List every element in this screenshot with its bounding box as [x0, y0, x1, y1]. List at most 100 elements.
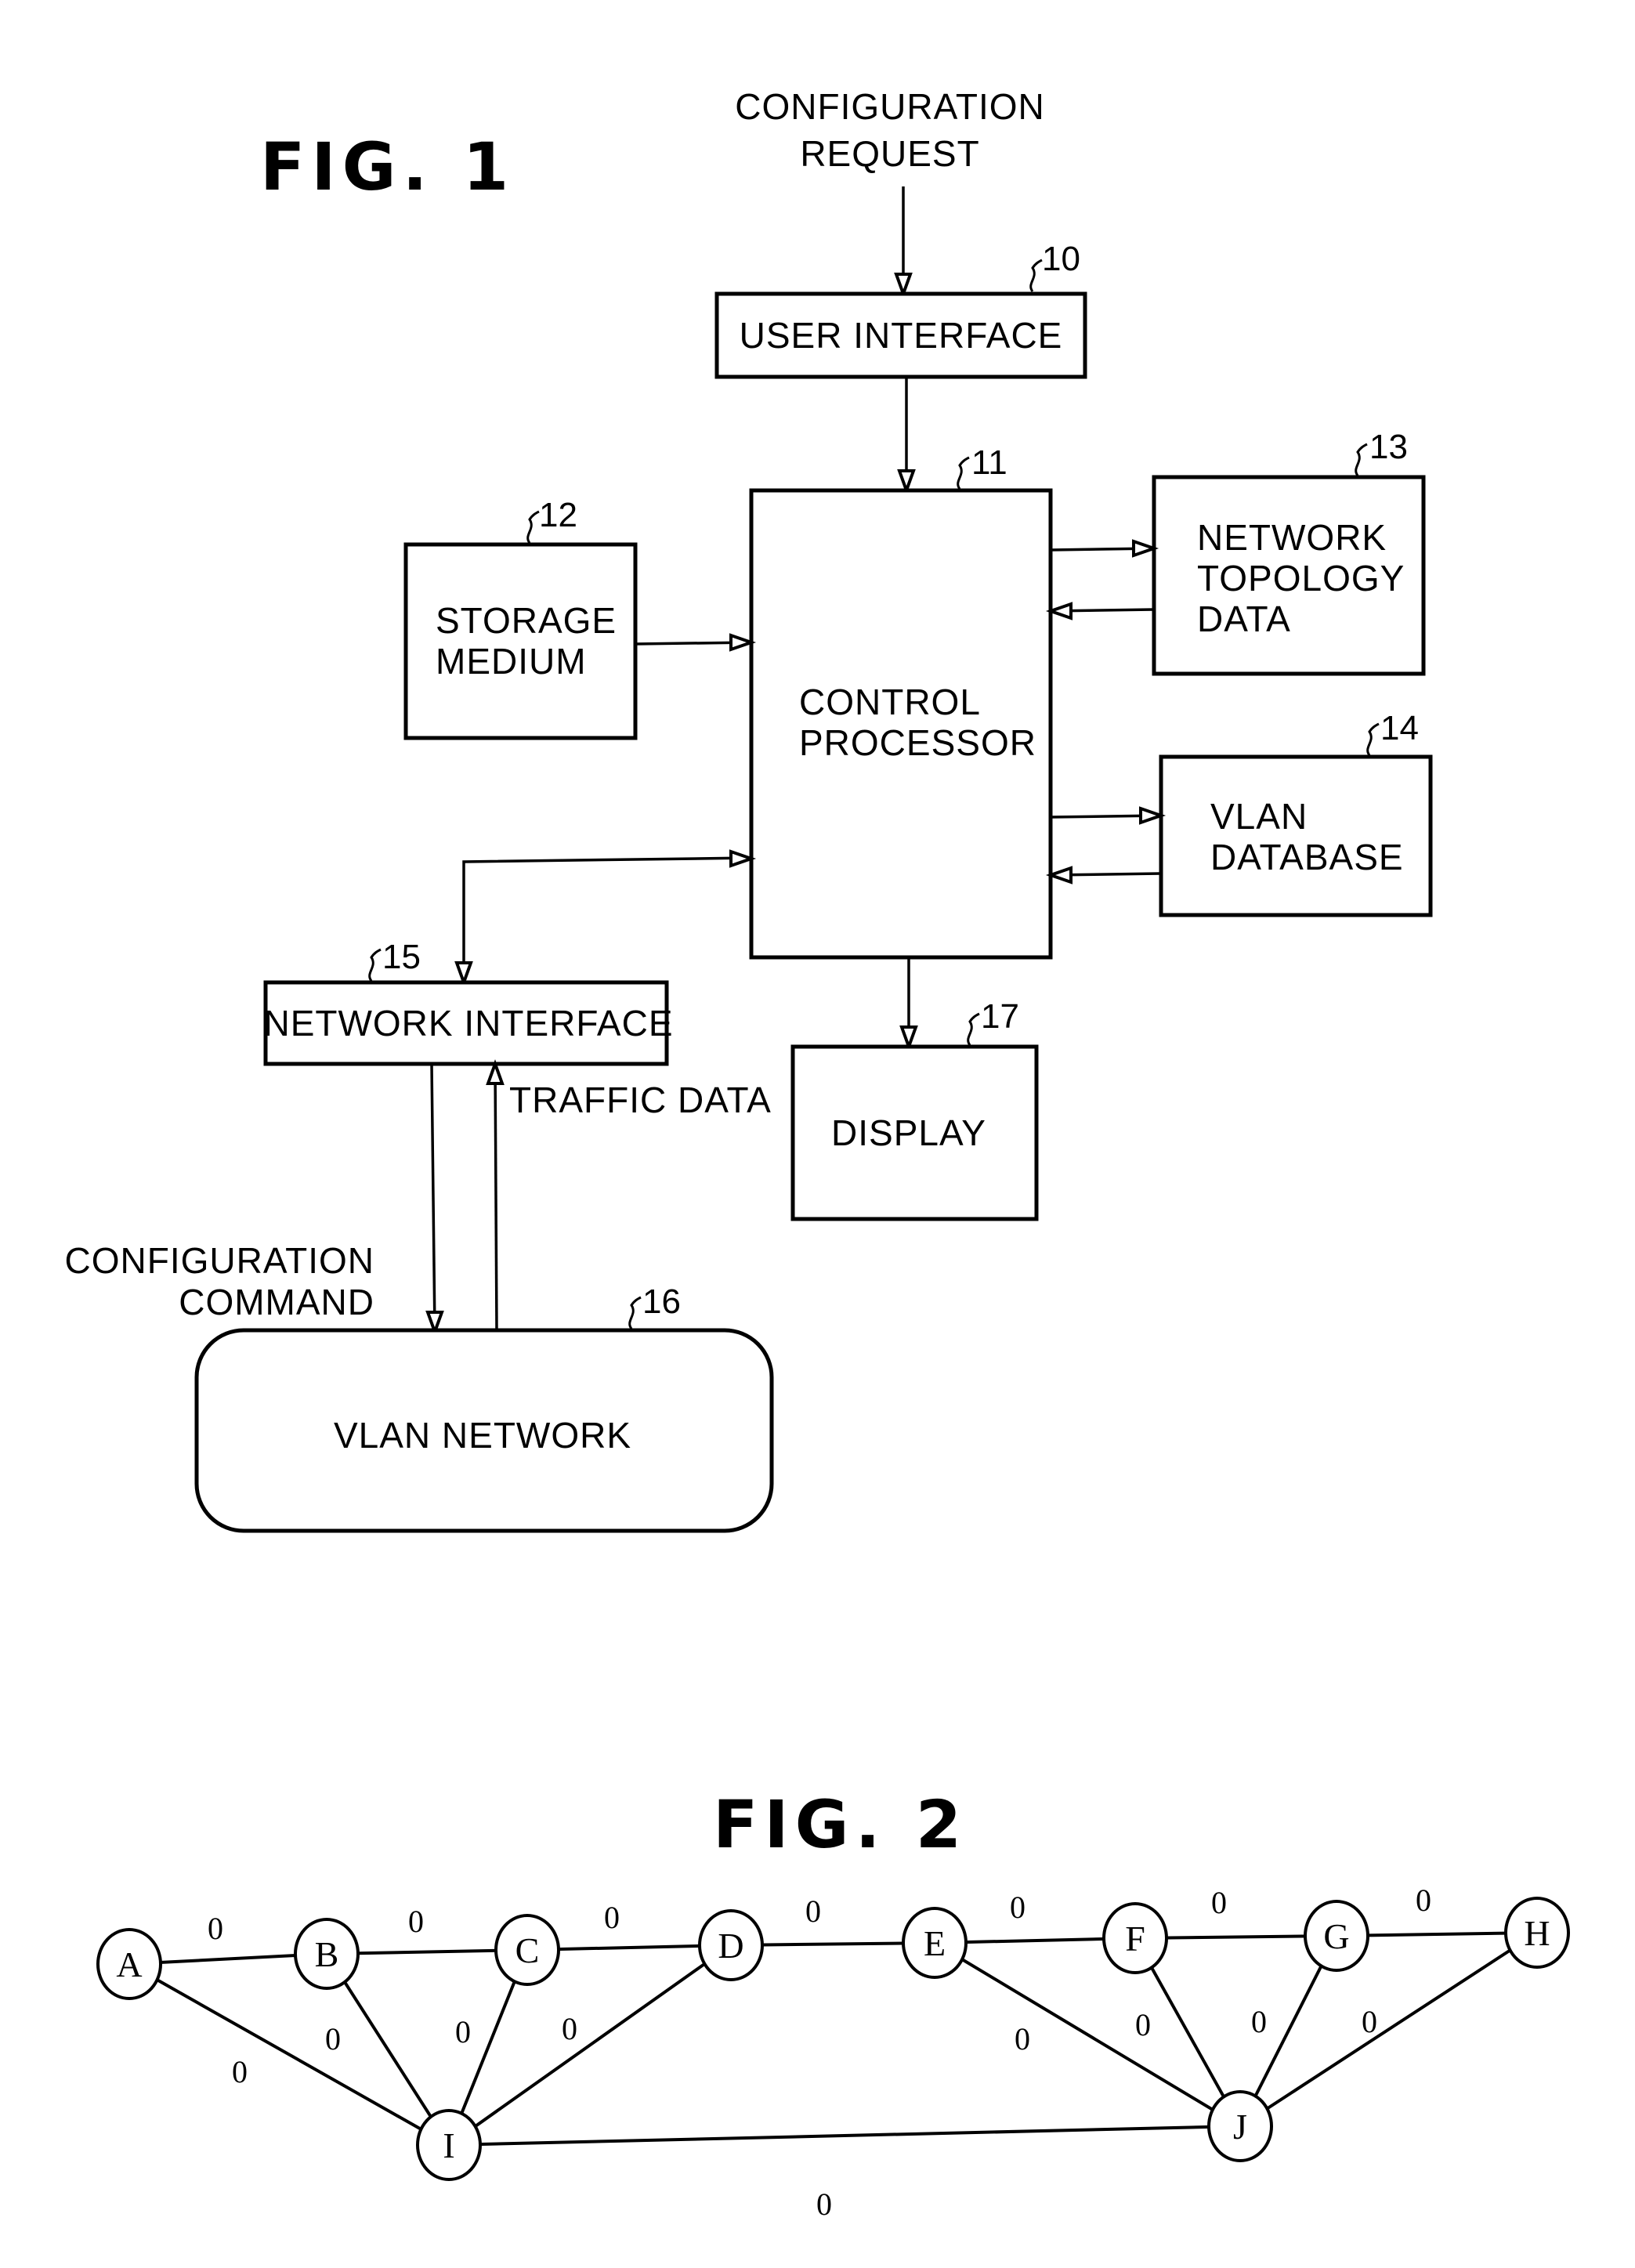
graph-edge-H-J: [1239, 1931, 1539, 2128]
arrowhead-icon: [897, 469, 916, 495]
vlan-network-label: VLAN NETWORK: [334, 1415, 631, 1456]
graph-edge-A-I: [128, 1962, 450, 2147]
ref-numeral-17: 17: [981, 997, 1019, 1036]
network-topology-label-line3: DATA: [1197, 599, 1291, 639]
vlan-database-block: VLAN DATABASE 14: [1159, 709, 1433, 917]
vlan-database-label-line2: DATABASE: [1210, 837, 1404, 877]
arrowhead-icon: [1045, 866, 1073, 884]
edge-weight-D-I: 0: [562, 2011, 577, 2046]
edge-weight-C-I: 0: [455, 2014, 471, 2049]
graph-node-J: J: [1207, 2090, 1273, 2162]
ref-numeral-12: 12: [539, 496, 577, 534]
edge-weight-H-J: 0: [1362, 2004, 1377, 2039]
arrowhead-icon: [729, 633, 757, 652]
vlan-database-label-line1: VLAN: [1210, 796, 1308, 837]
arrowhead-icon: [1132, 539, 1159, 558]
ref-numeral-15: 15: [382, 938, 421, 976]
arrowhead-icon: [1139, 806, 1167, 825]
leader-line-icon: [957, 456, 970, 490]
figure-2-title: FIG. 2: [713, 1786, 968, 1863]
graph-node-label: G: [1323, 1916, 1349, 1956]
traffic-data-connector: [494, 1063, 498, 1331]
figure-1: FIG. 1 CONFIGURATION REQUEST USER INTERF…: [65, 86, 1433, 1533]
processor-network-interface-connector: [462, 856, 752, 982]
edge-weight-A-I: 0: [232, 2054, 248, 2089]
arrowhead-icon: [894, 273, 913, 298]
configuration-command-label-line1: CONFIGURATION: [65, 1240, 374, 1281]
leader-line-icon: [1029, 259, 1043, 292]
graph-node-B: B: [294, 1918, 360, 1990]
graph-edge-D-I: [447, 1944, 732, 2147]
ref-numeral-14: 14: [1380, 709, 1419, 747]
network-topology-label-line1: NETWORK: [1197, 517, 1387, 558]
network-topology-label-line2: TOPOLOGY: [1197, 558, 1405, 599]
graph-node-label: J: [1233, 2107, 1247, 2147]
leader-line-icon: [526, 510, 540, 544]
leader-line-icon: [967, 1012, 980, 1046]
configuration-request-label-line1: CONFIGURATION: [735, 86, 1044, 127]
graph-node-G: G: [1304, 1900, 1369, 1972]
leader-line-icon: [1355, 443, 1368, 476]
edge-weight-C-D: 0: [604, 1900, 620, 1935]
leader-line-icon: [1366, 722, 1380, 756]
figure-1-title: FIG. 1: [260, 128, 515, 205]
graph-node-A: A: [96, 1928, 162, 2000]
graph-node-label: E: [924, 1923, 946, 1963]
edge-weight-D-E: 0: [805, 1894, 821, 1929]
network-topology-data-block: NETWORK TOPOLOGY DATA 13: [1152, 428, 1426, 676]
arrowhead-icon: [454, 961, 473, 987]
arrowhead-icon: [899, 1025, 918, 1051]
network-interface-label: NETWORK INTERFACE: [263, 1003, 673, 1044]
edge-weight-F-J: 0: [1135, 2007, 1151, 2042]
edge-weight-E-J: 0: [1015, 2021, 1030, 2056]
edge-weight-B-C: 0: [408, 1904, 424, 1939]
arrowhead-icon: [1045, 602, 1073, 620]
configuration-command-label-line2: COMMAND: [179, 1282, 374, 1322]
edge-weight-B-I: 0: [325, 2021, 341, 2056]
user-interface-block: USER INTERFACE 10: [714, 240, 1087, 379]
graph-node-label: C: [515, 1930, 540, 1970]
storage-medium-label-line1: STORAGE: [436, 600, 617, 641]
graph-node-label: B: [315, 1934, 339, 1974]
configuration-request-label-line2: REQUEST: [800, 133, 979, 174]
ref-numeral-10: 10: [1042, 240, 1080, 278]
ref-numeral-11: 11: [971, 443, 1007, 482]
graph-node-label: F: [1125, 1919, 1145, 1959]
configuration-command-connector: [430, 1063, 436, 1333]
edge-weight-E-F: 0: [1010, 1890, 1025, 1925]
network-interface-block: NETWORK INTERFACE 15: [263, 938, 673, 1066]
graph-node-E: E: [902, 1907, 968, 1979]
edge-weight-G-H: 0: [1416, 1883, 1431, 1918]
edge-weight-I-J: 0: [816, 2187, 832, 2222]
graph-node-I: I: [416, 2109, 482, 2181]
storage-medium-block: STORAGE MEDIUM 12: [403, 496, 638, 740]
storage-medium-label-line2: MEDIUM: [436, 641, 587, 682]
control-processor-label-line1: CONTROL: [799, 682, 981, 722]
graph-node-C: C: [494, 1914, 560, 1986]
graph-edge-I-J: [448, 2125, 1241, 2147]
edge-weight-F-G: 0: [1211, 1885, 1227, 1920]
arrowhead-icon: [729, 849, 757, 868]
graph-node-F: F: [1102, 1902, 1168, 1974]
user-interface-label: USER INTERFACE: [740, 315, 1063, 356]
graph-node-H: H: [1504, 1897, 1570, 1969]
display-label: DISPLAY: [831, 1112, 986, 1153]
graph-node-label: A: [116, 1944, 142, 1984]
patent-drawing-sheet: FIG. 1 CONFIGURATION REQUEST USER INTERF…: [65, 86, 1570, 2222]
leader-line-icon: [368, 948, 382, 982]
figure-2: FIG. 2 0 0 0 0 0 0 0 0 0 0 0 0 0 0 0 0 A B C D E F G H I J: [96, 1786, 1570, 2222]
ref-numeral-13: 13: [1369, 428, 1408, 466]
graph-node-label: H: [1524, 1913, 1550, 1953]
ref-numeral-16: 16: [642, 1282, 681, 1321]
control-processor-label-line2: PROCESSOR: [799, 722, 1036, 763]
edge-weight-A-B: 0: [208, 1911, 223, 1946]
arrowhead-icon: [486, 1059, 505, 1085]
graph-node-D: D: [698, 1909, 764, 1981]
graph-node-label: I: [443, 2125, 454, 2165]
control-processor-block: CONTROL PROCESSOR 11: [749, 443, 1053, 960]
graph-node-label: D: [718, 1926, 743, 1966]
leader-line-icon: [628, 1296, 642, 1329]
edge-weight-G-J: 0: [1251, 2004, 1267, 2039]
graph-edge-E-J: [933, 1941, 1242, 2128]
traffic-data-label: TRAFFIC DATA: [509, 1080, 772, 1120]
